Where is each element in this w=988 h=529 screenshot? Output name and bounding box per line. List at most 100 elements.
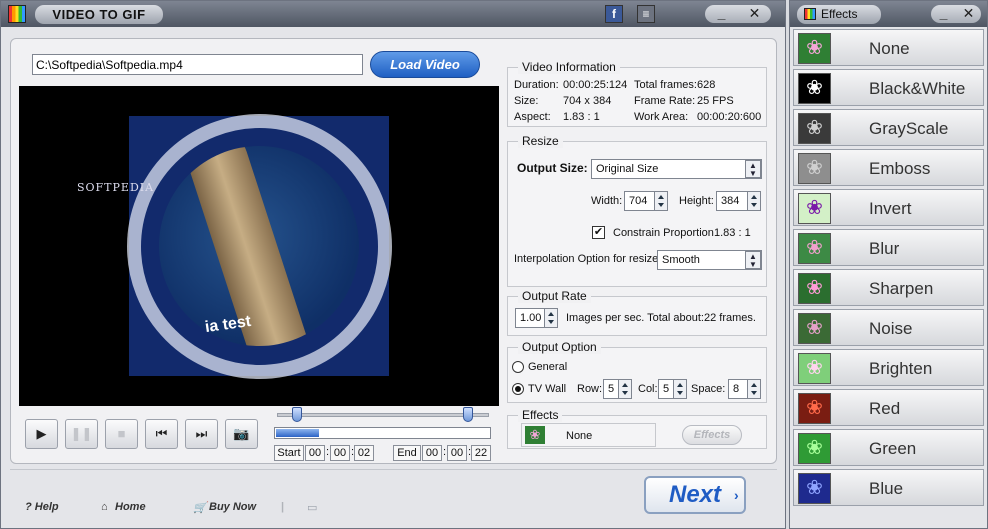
minimize-button[interactable]: _	[705, 5, 738, 23]
effect-item[interactable]: Emboss	[793, 149, 984, 186]
next-frame-button[interactable]: ⏭	[185, 419, 218, 449]
effect-thumbnail-icon	[798, 353, 831, 384]
effects-title-bar: Effects _ ✕	[790, 1, 987, 27]
size-value: 704 x 384	[563, 95, 612, 107]
video-frame-ring	[127, 114, 392, 379]
effect-label: Red	[869, 399, 901, 418]
home-link[interactable]: Home	[115, 501, 146, 513]
tv-wall-radio[interactable]	[512, 383, 524, 395]
video-watermark: SOFTPEDIA	[77, 181, 155, 194]
general-radio[interactable]	[512, 361, 524, 373]
start-minutes[interactable]: 00	[330, 445, 350, 461]
effect-item[interactable]: Green	[793, 429, 984, 466]
effects-minimize-button[interactable]: _	[931, 5, 956, 23]
effect-thumbnail-icon	[798, 273, 831, 304]
aspect-value: 1.83 : 1	[563, 111, 600, 123]
chevron-right-icon: ›	[734, 487, 739, 503]
effects-panel: Effects _ ✕ None Black&White GrayScale Embo…	[789, 0, 988, 529]
start-hours[interactable]: 00	[305, 445, 325, 461]
col-stepper[interactable]	[673, 379, 687, 399]
video-info-title: Video Information	[518, 60, 620, 74]
effect-item[interactable]: Blur	[793, 229, 984, 266]
effects-logo-icon	[804, 8, 816, 20]
app-title: VIDEO TO GIF	[35, 5, 163, 24]
effect-label: Blur	[869, 239, 900, 258]
playback-progress-bar[interactable]	[274, 427, 491, 439]
row-stepper[interactable]	[618, 379, 632, 399]
end-hours[interactable]: 00	[422, 445, 442, 461]
constrain-value: 1.83 : 1	[714, 227, 751, 239]
facebook-icon[interactable]: f	[605, 5, 623, 23]
space-label: Space:	[691, 383, 726, 395]
output-size-dropdown-icon[interactable]: ▲ ▼	[745, 160, 761, 178]
effect-thumbnail-icon	[798, 433, 831, 464]
output-size-select[interactable]: Original Size	[591, 159, 762, 179]
constrain-label: Constrain Proportion	[613, 227, 714, 239]
stop-button[interactable]: ■	[105, 419, 138, 449]
slider-start-handle[interactable]	[292, 407, 302, 422]
slider-end-handle[interactable]	[463, 407, 473, 422]
effect-item[interactable]: Black&White	[793, 69, 984, 106]
load-video-button[interactable]: Load Video	[370, 51, 480, 78]
footer-divider	[10, 469, 777, 470]
output-rate-input[interactable]: 1.00	[515, 308, 545, 328]
effect-label: Noise	[869, 319, 913, 338]
resize-title: Resize	[518, 134, 563, 148]
end-minutes[interactable]: 00	[447, 445, 467, 461]
previous-button[interactable]: ⏮	[145, 419, 178, 449]
duration-label: Duration:	[514, 79, 559, 91]
work-area-slider[interactable]	[277, 413, 489, 417]
cart-icon[interactable]: 🛒	[193, 501, 207, 514]
space-stepper[interactable]	[747, 379, 761, 399]
duration-value: 00:00:25:124	[563, 79, 628, 91]
width-label: Width:	[591, 195, 623, 207]
help-link[interactable]: ? Help	[25, 501, 59, 513]
frame-rate-label: Frame Rate:	[634, 95, 696, 107]
interpolation-dropdown-icon[interactable]: ▲ ▼	[745, 251, 761, 269]
divider-bar: |	[281, 501, 285, 513]
effect-item[interactable]: Noise	[793, 309, 984, 346]
end-seconds[interactable]: 22	[471, 445, 491, 461]
effect-item[interactable]: Invert	[793, 189, 984, 226]
width-stepper[interactable]	[654, 191, 668, 211]
buy-now-link[interactable]: Buy Now	[209, 501, 256, 513]
total-frames-label: Total frames:	[634, 79, 697, 91]
effect-item[interactable]: Sharpen	[793, 269, 984, 306]
notes-icon[interactable]: ≡	[637, 5, 655, 23]
start-seconds[interactable]: 02	[354, 445, 374, 461]
play-button[interactable]: ▶	[25, 419, 58, 449]
effect-item[interactable]: Blue	[793, 469, 984, 506]
video-path-input[interactable]	[32, 54, 363, 75]
main-window: VIDEO TO GIF f ≡ _ ✕ Load Video SOFTPEDI…	[0, 0, 786, 529]
output-rate-stepper[interactable]	[544, 308, 558, 328]
current-effect-thumb-icon: ❀	[525, 426, 545, 444]
effect-item[interactable]: Red	[793, 389, 984, 426]
row-label: Row:	[577, 383, 603, 395]
window-controls: _ ✕	[705, 5, 771, 23]
col-label: Col:	[638, 383, 658, 395]
pause-button[interactable]: ❚❚	[65, 419, 98, 449]
interpolation-label: Interpolation Option for resize:	[514, 253, 662, 265]
snapshot-button[interactable]: 📷	[225, 419, 258, 449]
effect-item[interactable]: Brighten	[793, 349, 984, 386]
effect-label: Emboss	[869, 159, 931, 178]
effects-button[interactable]: Effects	[682, 425, 742, 445]
folder-icon[interactable]: ▭	[307, 501, 317, 514]
home-icon[interactable]: ⌂	[101, 501, 108, 513]
effect-label: Black&White	[869, 79, 966, 98]
effect-label: Sharpen	[869, 279, 934, 298]
video-preview: SOFTPEDIA ia test	[19, 86, 499, 406]
effect-item[interactable]: GrayScale	[793, 109, 984, 146]
height-label: Height:	[679, 195, 714, 207]
total-frames-value: 628	[697, 79, 716, 91]
effect-thumbnail-icon	[798, 153, 831, 184]
constrain-checkbox[interactable]: ✔	[592, 226, 605, 239]
close-button[interactable]: ✕	[738, 5, 771, 23]
effects-window-controls: _ ✕	[931, 5, 981, 23]
effect-item[interactable]: None	[793, 29, 984, 66]
effects-group-title: Effects	[518, 408, 563, 422]
height-stepper[interactable]	[747, 191, 761, 211]
effects-close-button[interactable]: ✕	[956, 5, 981, 23]
next-button[interactable]: Next	[644, 476, 746, 514]
effect-label: Invert	[869, 199, 912, 218]
